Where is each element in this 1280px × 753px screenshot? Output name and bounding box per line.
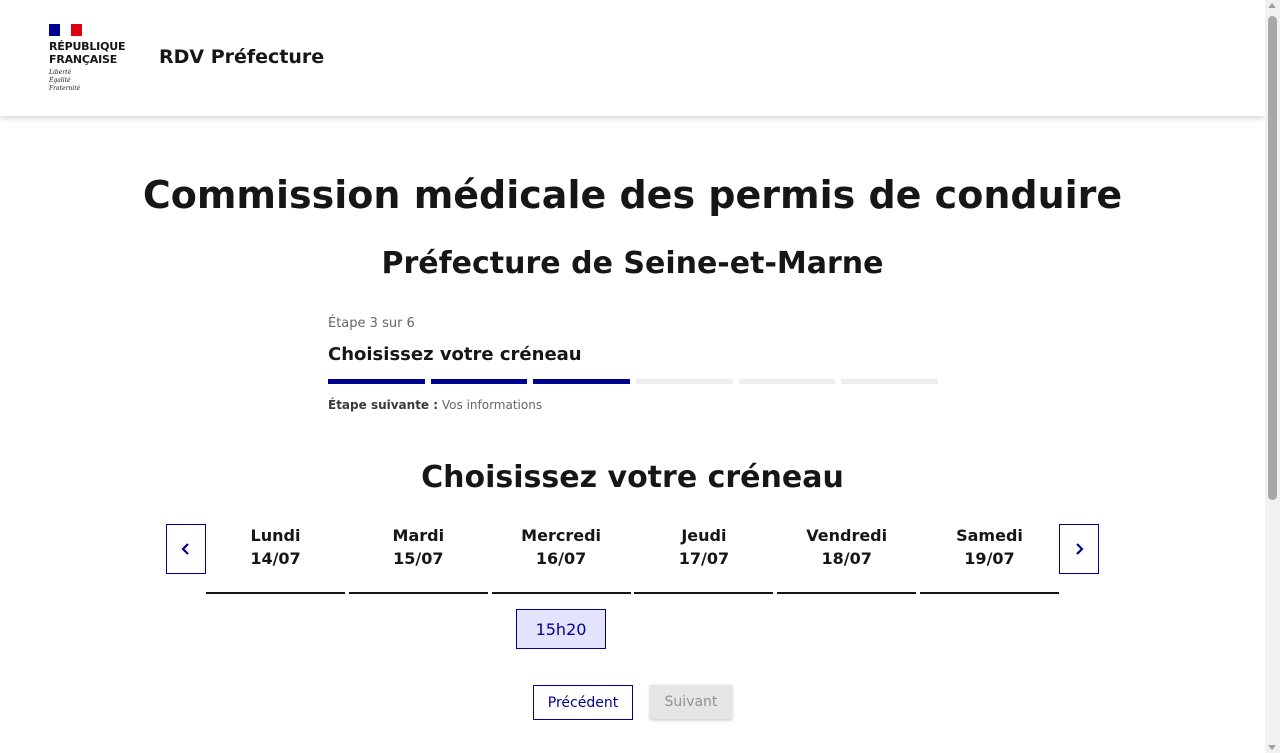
scrollbar-thumb[interactable]: [1268, 16, 1277, 500]
stepper-bar-segment: [636, 379, 733, 384]
day-name: Vendredi: [806, 526, 888, 545]
service-title[interactable]: RDV Préfecture: [159, 46, 324, 68]
logo-text: RÉPUBLIQUE FRANÇAISE: [49, 40, 126, 66]
stepper-state: Étape 3 sur 6: [328, 316, 415, 331]
day-name: Mardi: [392, 526, 445, 545]
calendar-day-column: Samedi 19/07: [919, 525, 1059, 594]
site-header: RÉPUBLIQUE FRANÇAISE Liberté Égalité Fra…: [0, 0, 1265, 116]
previous-button[interactable]: Précédent: [533, 685, 633, 720]
day-date: 18/07: [821, 549, 872, 568]
day-date: 14/07: [250, 549, 301, 568]
calendar-day-column: Lundi 14/07: [206, 525, 345, 594]
scroll-down-arrow-icon[interactable]: [1268, 745, 1276, 750]
stepper-next-value: Vos informations: [441, 398, 543, 412]
calendar-heading: Choisissez votre créneau: [421, 460, 844, 495]
page-subtitle: Préfecture de Seine-et-Marne: [381, 246, 884, 281]
calendar-days: Lundi 14/07 Mardi 15/07 Mercredi 16/07 Jeudi 17…: [206, 525, 1059, 594]
chevron-left-icon: [181, 543, 189, 555]
day-date: 19/07: [964, 549, 1015, 568]
stepper-bar-segment: [328, 379, 425, 384]
page-title: Commission médicale des permis de condui…: [142, 173, 1123, 217]
day-date: 17/07: [678, 549, 730, 568]
chevron-right-icon: [1076, 543, 1084, 555]
day-name: Mercredi: [521, 526, 601, 545]
stepper: Étape 3 sur 6 Choisissez votre créneau É…: [328, 316, 939, 412]
stepper-title: Choisissez votre créneau: [328, 344, 582, 365]
stepper-bar-segment: [430, 379, 528, 384]
next-button[interactable]: Suivant: [650, 685, 732, 719]
calendar-day-column: Mercredi 16/07: [491, 525, 631, 594]
day-date: 16/07: [535, 549, 587, 568]
page-scrollbar[interactable]: [1265, 0, 1280, 753]
calendar-previous-week-button[interactable]: [166, 524, 206, 574]
stepper-bar-segment: [533, 379, 631, 384]
stepper-bar-segment: [738, 379, 836, 384]
scroll-up-arrow-icon[interactable]: [1268, 3, 1276, 8]
day-date: 15/07: [393, 549, 444, 568]
time-slot-button[interactable]: 15h20: [516, 609, 606, 649]
calendar-day-column: Mardi 15/07: [348, 525, 488, 594]
day-name: Lundi: [250, 526, 301, 545]
calendar-day-column: Jeudi 17/07: [634, 525, 774, 594]
logo-devise: Liberté Égalité Fraternité: [49, 69, 81, 92]
french-flag-icon: [49, 24, 82, 36]
stepper-next-step: Étape suivante : Vos informations: [328, 398, 938, 412]
calendar-day-column: Vendredi 18/07: [777, 525, 917, 594]
republique-francaise-logo[interactable]: RÉPUBLIQUE FRANÇAISE Liberté Égalité Fra…: [49, 24, 139, 94]
stepper-bar-segment: [841, 379, 939, 384]
stepper-progress: [328, 379, 939, 384]
calendar-next-week-button[interactable]: [1059, 524, 1099, 574]
day-name: Jeudi: [681, 526, 727, 545]
stepper-next-label: Étape suivante :: [328, 398, 439, 412]
day-name: Samedi: [956, 526, 1023, 545]
